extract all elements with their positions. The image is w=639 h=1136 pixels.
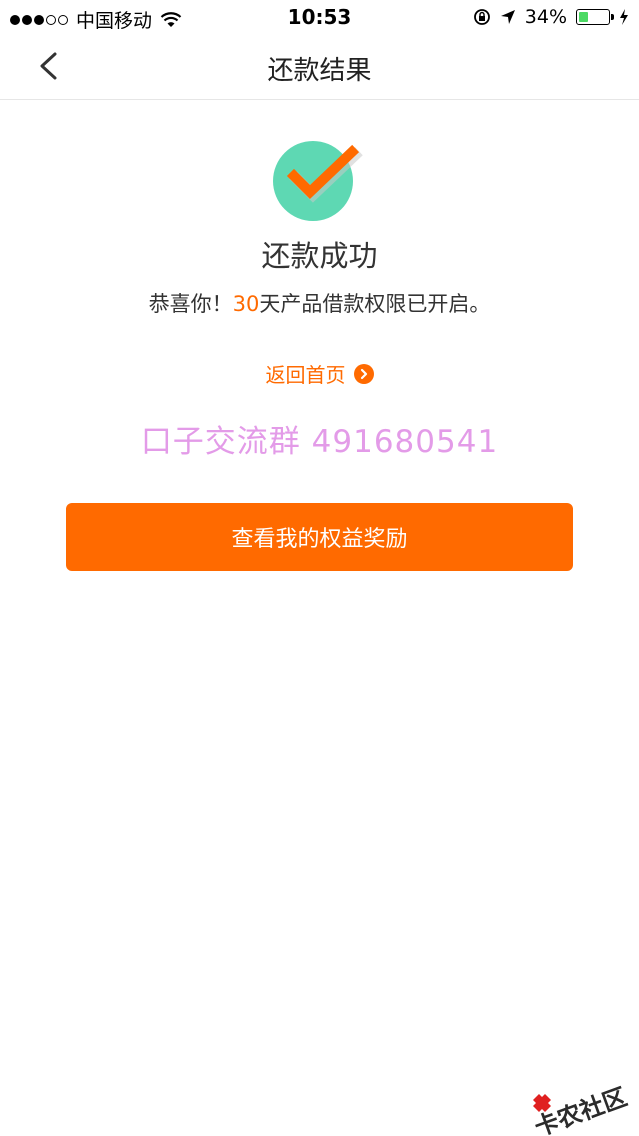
battery-icon (576, 9, 614, 25)
return-home-link[interactable]: 返回首页 (0, 359, 639, 388)
result-description: 恭喜你！30天产品借款权限已开启。 (0, 288, 639, 318)
status-bar: 中国移动 10:53 34% (0, 0, 639, 34)
charging-bolt-icon (620, 9, 628, 25)
view-benefits-button[interactable]: 查看我的权益奖励 (66, 503, 573, 571)
result-desc-days: 30 (232, 292, 260, 316)
arrow-right-circle-icon (353, 363, 374, 384)
result-desc-prefix: 恭喜你！ (148, 292, 233, 316)
rotation-lock-icon (473, 9, 490, 25)
result-desc-suffix: 天产品借款权限已开启。 (259, 292, 491, 316)
status-right: 34% (473, 6, 629, 28)
checkmark-circle-icon (273, 141, 363, 221)
screen: 中国移动 10:53 34% 还款结果 还款成功 恭喜你！30天产品借款权限已开… (0, 0, 639, 1136)
battery-fill (579, 12, 588, 22)
result-title: 还款成功 (261, 239, 378, 273)
watermark-text: 口子交流群 491680541 (140, 424, 499, 460)
battery-percent: 34% (524, 6, 567, 28)
page-title: 还款结果 (267, 56, 372, 86)
nav-bar: 还款结果 (0, 34, 639, 100)
location-arrow-icon (500, 10, 515, 24)
return-home-label: 返回首页 (265, 363, 346, 387)
